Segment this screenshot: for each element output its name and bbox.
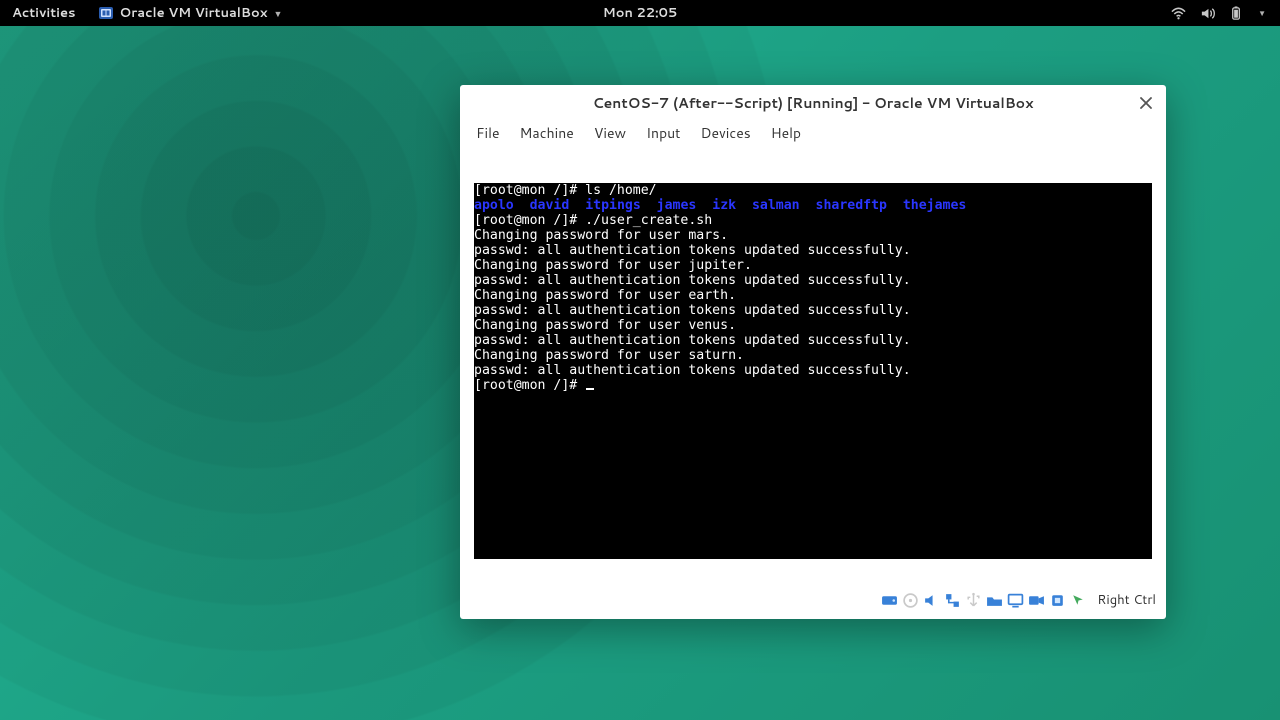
host-key-label: Right Ctrl	[1097, 591, 1156, 609]
audio-icon[interactable]	[923, 592, 940, 609]
optical-disk-icon[interactable]	[902, 592, 919, 609]
network-icon[interactable]	[944, 592, 961, 609]
usb-icon[interactable]	[965, 592, 982, 609]
menu-file[interactable]: File	[466, 120, 510, 146]
guest-top-margin	[460, 149, 1166, 183]
menu-view[interactable]: View	[584, 120, 636, 146]
vm-statusbar: Right Ctrl	[460, 585, 1166, 619]
menu-machine[interactable]: Machine	[510, 120, 584, 146]
clock[interactable]: Mon 22:05	[603, 4, 678, 22]
window-titlebar[interactable]: CentOS-7 (After--Script) [Running] - Ora…	[460, 85, 1166, 121]
gnome-top-bar: Activities Oracle VM VirtualBox ▼ Mon 22…	[0, 0, 1280, 26]
menu-devices[interactable]: Devices	[690, 120, 760, 146]
cpu-icon[interactable]	[1049, 592, 1066, 609]
vm-menubar: File Machine View Input Devices Help	[460, 121, 1166, 149]
hard-disk-icon[interactable]	[881, 592, 898, 609]
menu-help[interactable]: Help	[761, 120, 811, 146]
window-title: CentOS-7 (After--Script) [Running] - Ora…	[593, 93, 1034, 113]
chevron-down-icon: ▼	[1258, 7, 1266, 19]
recording-icon[interactable]	[1028, 592, 1045, 609]
window-close-button[interactable]	[1136, 93, 1156, 113]
display-icon[interactable]	[1007, 592, 1024, 609]
mouse-integration-icon[interactable]	[1070, 592, 1087, 609]
app-menu-label: Oracle VM VirtualBox	[120, 4, 268, 22]
wifi-icon	[1171, 6, 1186, 21]
battery-icon	[1229, 6, 1244, 21]
guest-terminal[interactable]: [root@mon /]# ls /home/apolo david itpin…	[474, 183, 1152, 559]
chevron-down-icon: ▼	[273, 7, 282, 20]
virtualbox-window: CentOS-7 (After--Script) [Running] - Ora…	[460, 85, 1166, 619]
system-status-area[interactable]: ▼	[1171, 6, 1280, 21]
app-menu[interactable]: Oracle VM VirtualBox ▼	[88, 4, 293, 22]
volume-icon	[1200, 6, 1215, 21]
shared-folders-icon[interactable]	[986, 592, 1003, 609]
menu-input[interactable]: Input	[636, 120, 690, 146]
activities-button[interactable]: Activities	[0, 4, 88, 22]
virtualbox-icon	[98, 5, 114, 21]
